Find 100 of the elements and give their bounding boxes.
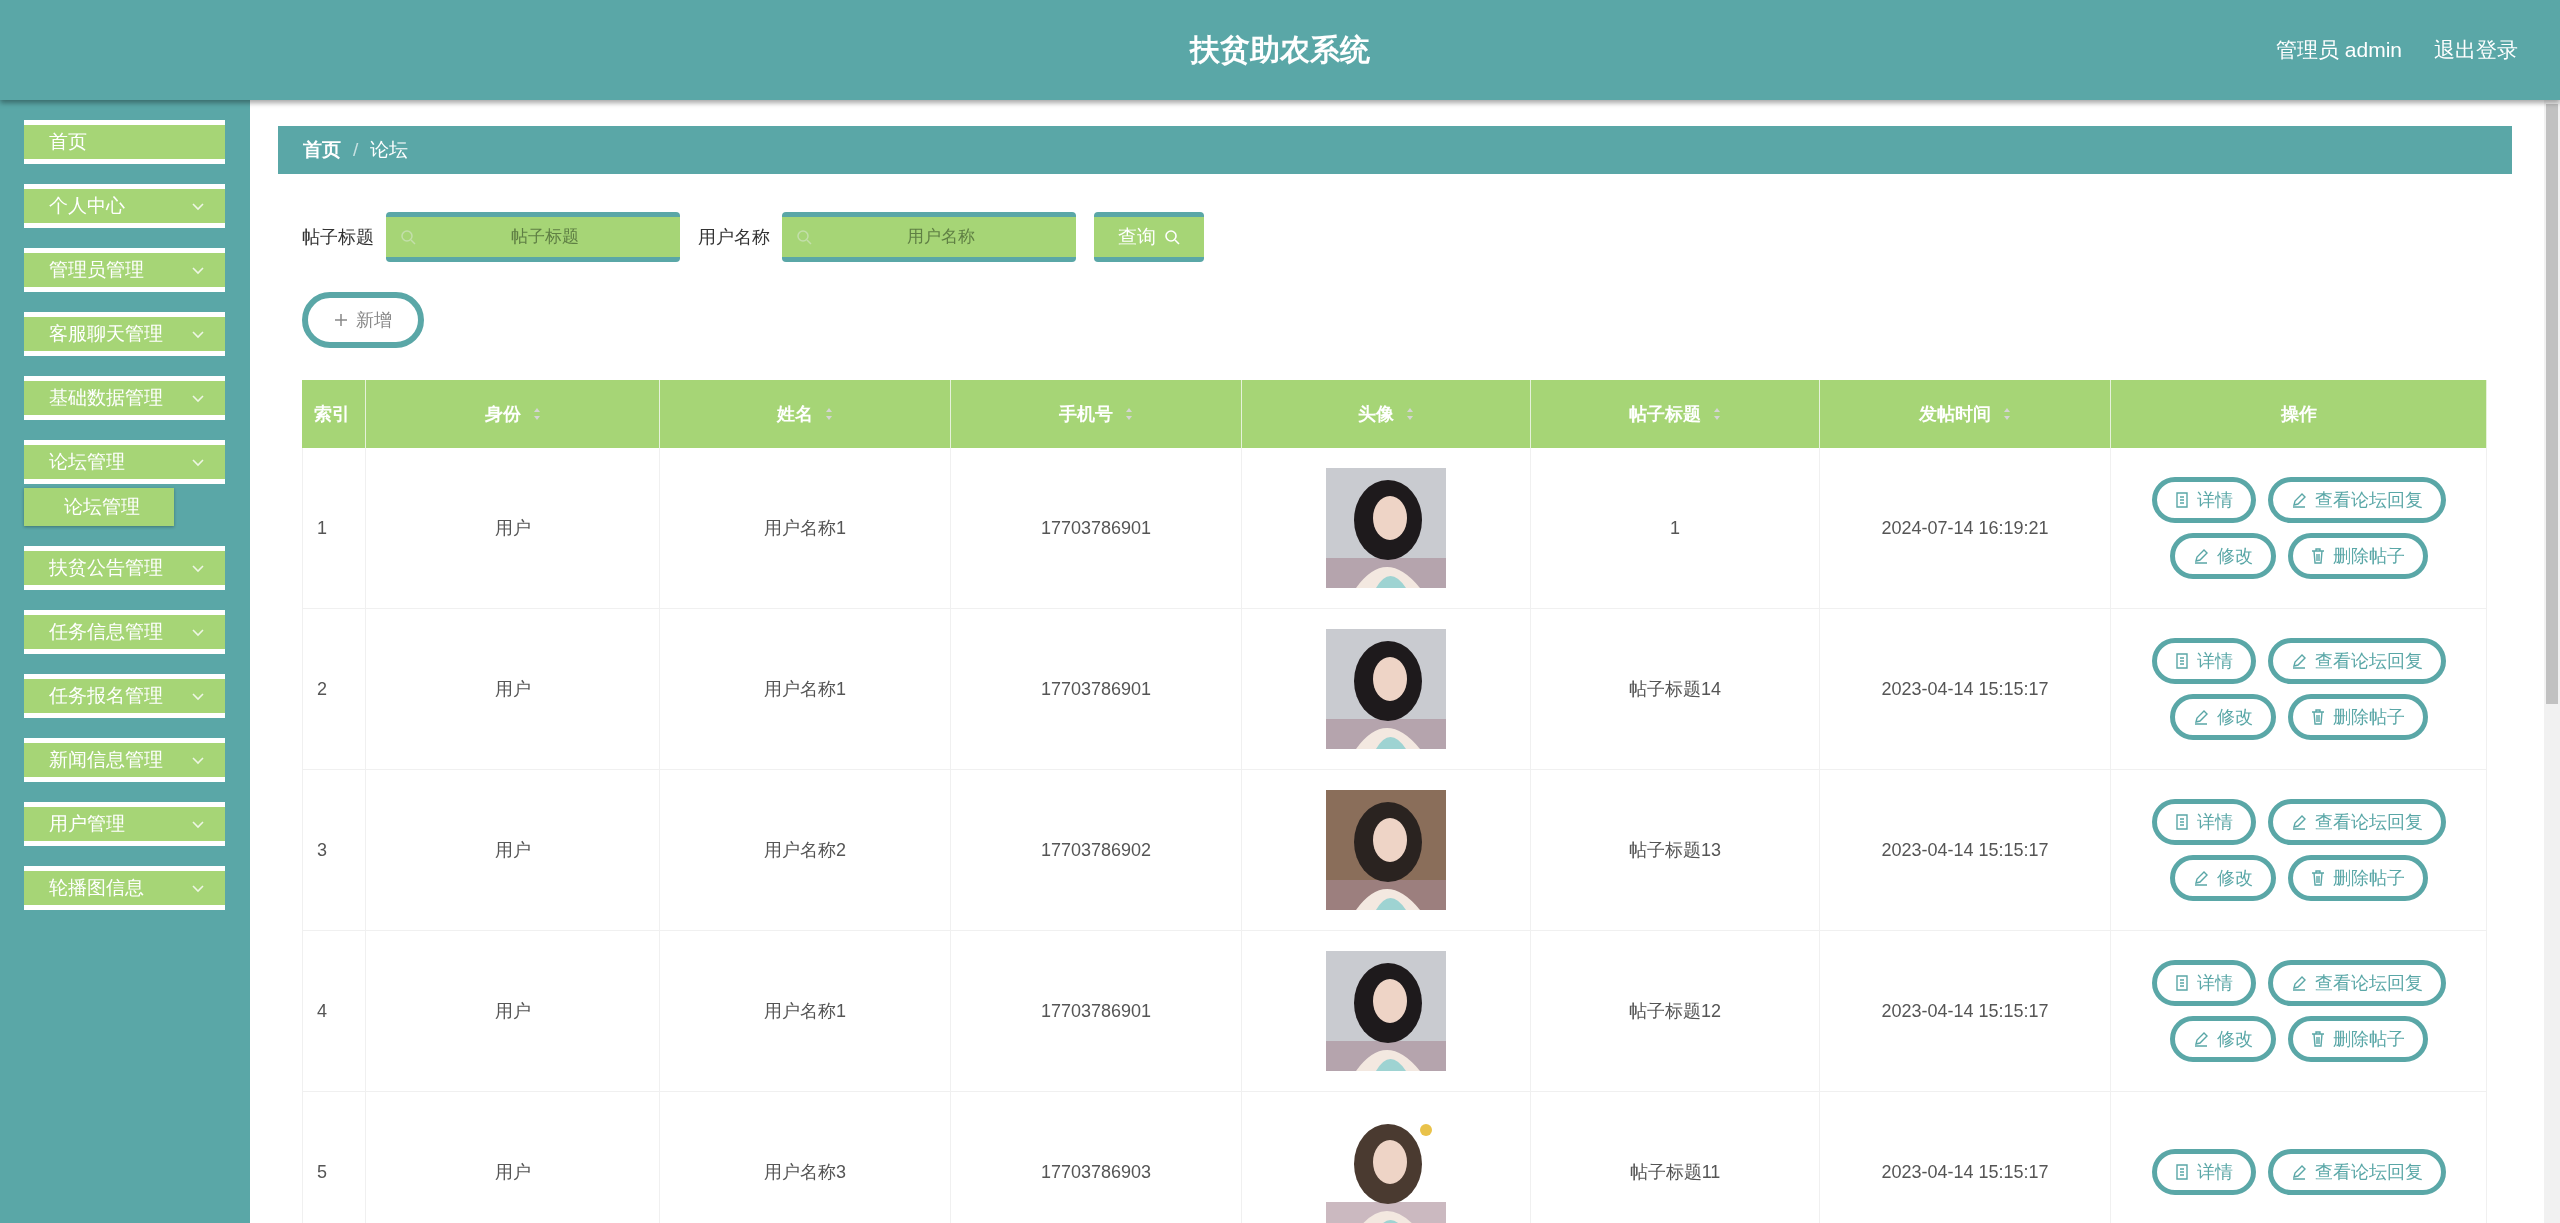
chevron-icon [191, 201, 205, 211]
menu-item[interactable]: 新闻信息管理 [24, 738, 225, 782]
sort-icon[interactable] [1406, 407, 1414, 421]
submenu-item[interactable]: 论坛管理 [24, 488, 174, 526]
sort-icon[interactable] [2003, 407, 2011, 421]
table-cell: 2 [302, 609, 366, 770]
table-cell: 用户 [366, 448, 660, 609]
menu-item[interactable]: 基础数据管理 [24, 376, 225, 420]
menu-item[interactable]: 用户管理 [24, 802, 225, 846]
scrollbar[interactable] [2544, 100, 2560, 1223]
action-button[interactable]: 修改 [2169, 694, 2276, 740]
trash-icon [2310, 709, 2325, 725]
column-header[interactable]: 姓名 [660, 380, 951, 448]
table-cell: 用户名称1 [660, 448, 951, 609]
action-button[interactable]: 删除帖子 [2287, 533, 2428, 579]
pencil-icon [2290, 492, 2307, 508]
field-label: 用户名称 [698, 226, 770, 249]
column-header[interactable]: 身份 [366, 380, 660, 448]
chevron-icon [191, 883, 205, 893]
menu-item[interactable]: 轮播图信息 [24, 866, 225, 910]
pencil-icon [2192, 548, 2209, 564]
document-icon [2174, 975, 2189, 991]
document-icon [2174, 814, 2189, 830]
action-button[interactable]: 查看论坛回复 [2267, 638, 2446, 684]
document-icon [2174, 1164, 2189, 1180]
menu-item[interactable]: 任务报名管理 [24, 674, 225, 718]
table-cell: 1 [1531, 448, 1820, 609]
plus-icon [334, 313, 348, 327]
logout-link[interactable]: 退出登录 [2434, 36, 2518, 64]
sort-icon[interactable] [1713, 407, 1721, 421]
breadcrumb-separator: / [353, 139, 359, 161]
table-cell: 用户 [366, 1092, 660, 1223]
action-button[interactable]: 详情 [2151, 477, 2256, 523]
action-button[interactable]: 查看论坛回复 [2267, 1149, 2446, 1195]
chevron-icon [191, 265, 205, 275]
table-cell: 2024-07-14 16:19:21 [1820, 448, 2111, 609]
column-header[interactable]: 帖子标题 [1531, 380, 1820, 448]
chevron-icon [191, 329, 205, 339]
table-cell: 用户名称1 [660, 931, 951, 1092]
chevron-icon [191, 819, 205, 829]
add-button[interactable]: 新增 [302, 292, 424, 348]
breadcrumb-item: 论坛 [370, 138, 409, 162]
table-cell: 用户名称2 [660, 770, 951, 931]
document-icon [2174, 492, 2189, 508]
menu-item[interactable]: 客服聊天管理 [24, 312, 225, 356]
chevron-icon [191, 755, 205, 765]
chevron-icon [191, 563, 205, 573]
table-cell: 5 [302, 1092, 366, 1223]
sort-icon[interactable] [1125, 407, 1133, 421]
trash-icon [2310, 548, 2325, 564]
menu-item[interactable]: 论坛管理 [24, 440, 225, 484]
action-button[interactable]: 详情 [2151, 1149, 2256, 1195]
column-header[interactable]: 头像 [1242, 380, 1531, 448]
breadcrumb-item[interactable]: 首页 [303, 137, 341, 163]
table-cell: 2023-04-14 15:15:17 [1820, 931, 2111, 1092]
table-cell: 17703786901 [951, 931, 1242, 1092]
menu-item[interactable]: 任务信息管理 [24, 610, 225, 654]
search-icon [400, 229, 416, 245]
column-header[interactable]: 手机号 [951, 380, 1242, 448]
table-cell: 2023-04-14 15:15:17 [1820, 1092, 2111, 1223]
column-header[interactable]: 发帖时间 [1820, 380, 2111, 448]
search-field[interactable]: 用户名称 [782, 212, 1076, 262]
table-cell: 2023-04-14 15:15:17 [1820, 609, 2111, 770]
menu-item[interactable]: 个人中心 [24, 184, 225, 228]
table-cell: 帖子标题11 [1531, 1092, 1820, 1223]
search-field[interactable]: 帖子标题 [386, 212, 680, 262]
table-cell: 17703786902 [951, 770, 1242, 931]
pencil-icon [2290, 653, 2307, 669]
action-button[interactable]: 查看论坛回复 [2267, 477, 2446, 523]
action-button[interactable]: 删除帖子 [2287, 694, 2428, 740]
table-cell: 用户 [366, 609, 660, 770]
trash-icon [2310, 1031, 2325, 1047]
action-button[interactable]: 详情 [2151, 638, 2256, 684]
chevron-icon [191, 457, 205, 467]
column-header: 操作 [2111, 380, 2487, 448]
table-cell: 3 [302, 770, 366, 931]
action-button[interactable]: 详情 [2151, 960, 2256, 1006]
action-button[interactable]: 修改 [2169, 1016, 2276, 1062]
search-icon [796, 229, 812, 245]
sort-icon[interactable] [532, 407, 541, 421]
pencil-icon [2290, 1164, 2307, 1180]
table-cell: 2023-04-14 15:15:17 [1820, 770, 2111, 931]
query-button[interactable]: 查询 [1094, 212, 1204, 262]
app-title: 扶贫助农系统 [1190, 31, 1370, 68]
menu-item[interactable]: 首页 [24, 120, 225, 164]
table-cell: 17703786901 [951, 448, 1242, 609]
menu-item[interactable]: 管理员管理 [24, 248, 225, 292]
action-button[interactable]: 查看论坛回复 [2267, 799, 2446, 845]
chevron-icon [191, 691, 205, 701]
sort-icon[interactable] [825, 407, 833, 421]
action-button[interactable]: 详情 [2151, 799, 2256, 845]
table-cell: 17703786901 [951, 609, 1242, 770]
action-button[interactable]: 删除帖子 [2287, 855, 2428, 901]
action-button[interactable]: 查看论坛回复 [2267, 960, 2446, 1006]
action-button[interactable]: 删除帖子 [2287, 1016, 2428, 1062]
action-button[interactable]: 修改 [2169, 855, 2276, 901]
pencil-icon [2192, 870, 2209, 886]
menu-item[interactable]: 扶贫公告管理 [24, 546, 225, 590]
table-cell: 用户名称1 [660, 609, 951, 770]
action-button[interactable]: 修改 [2169, 533, 2276, 579]
